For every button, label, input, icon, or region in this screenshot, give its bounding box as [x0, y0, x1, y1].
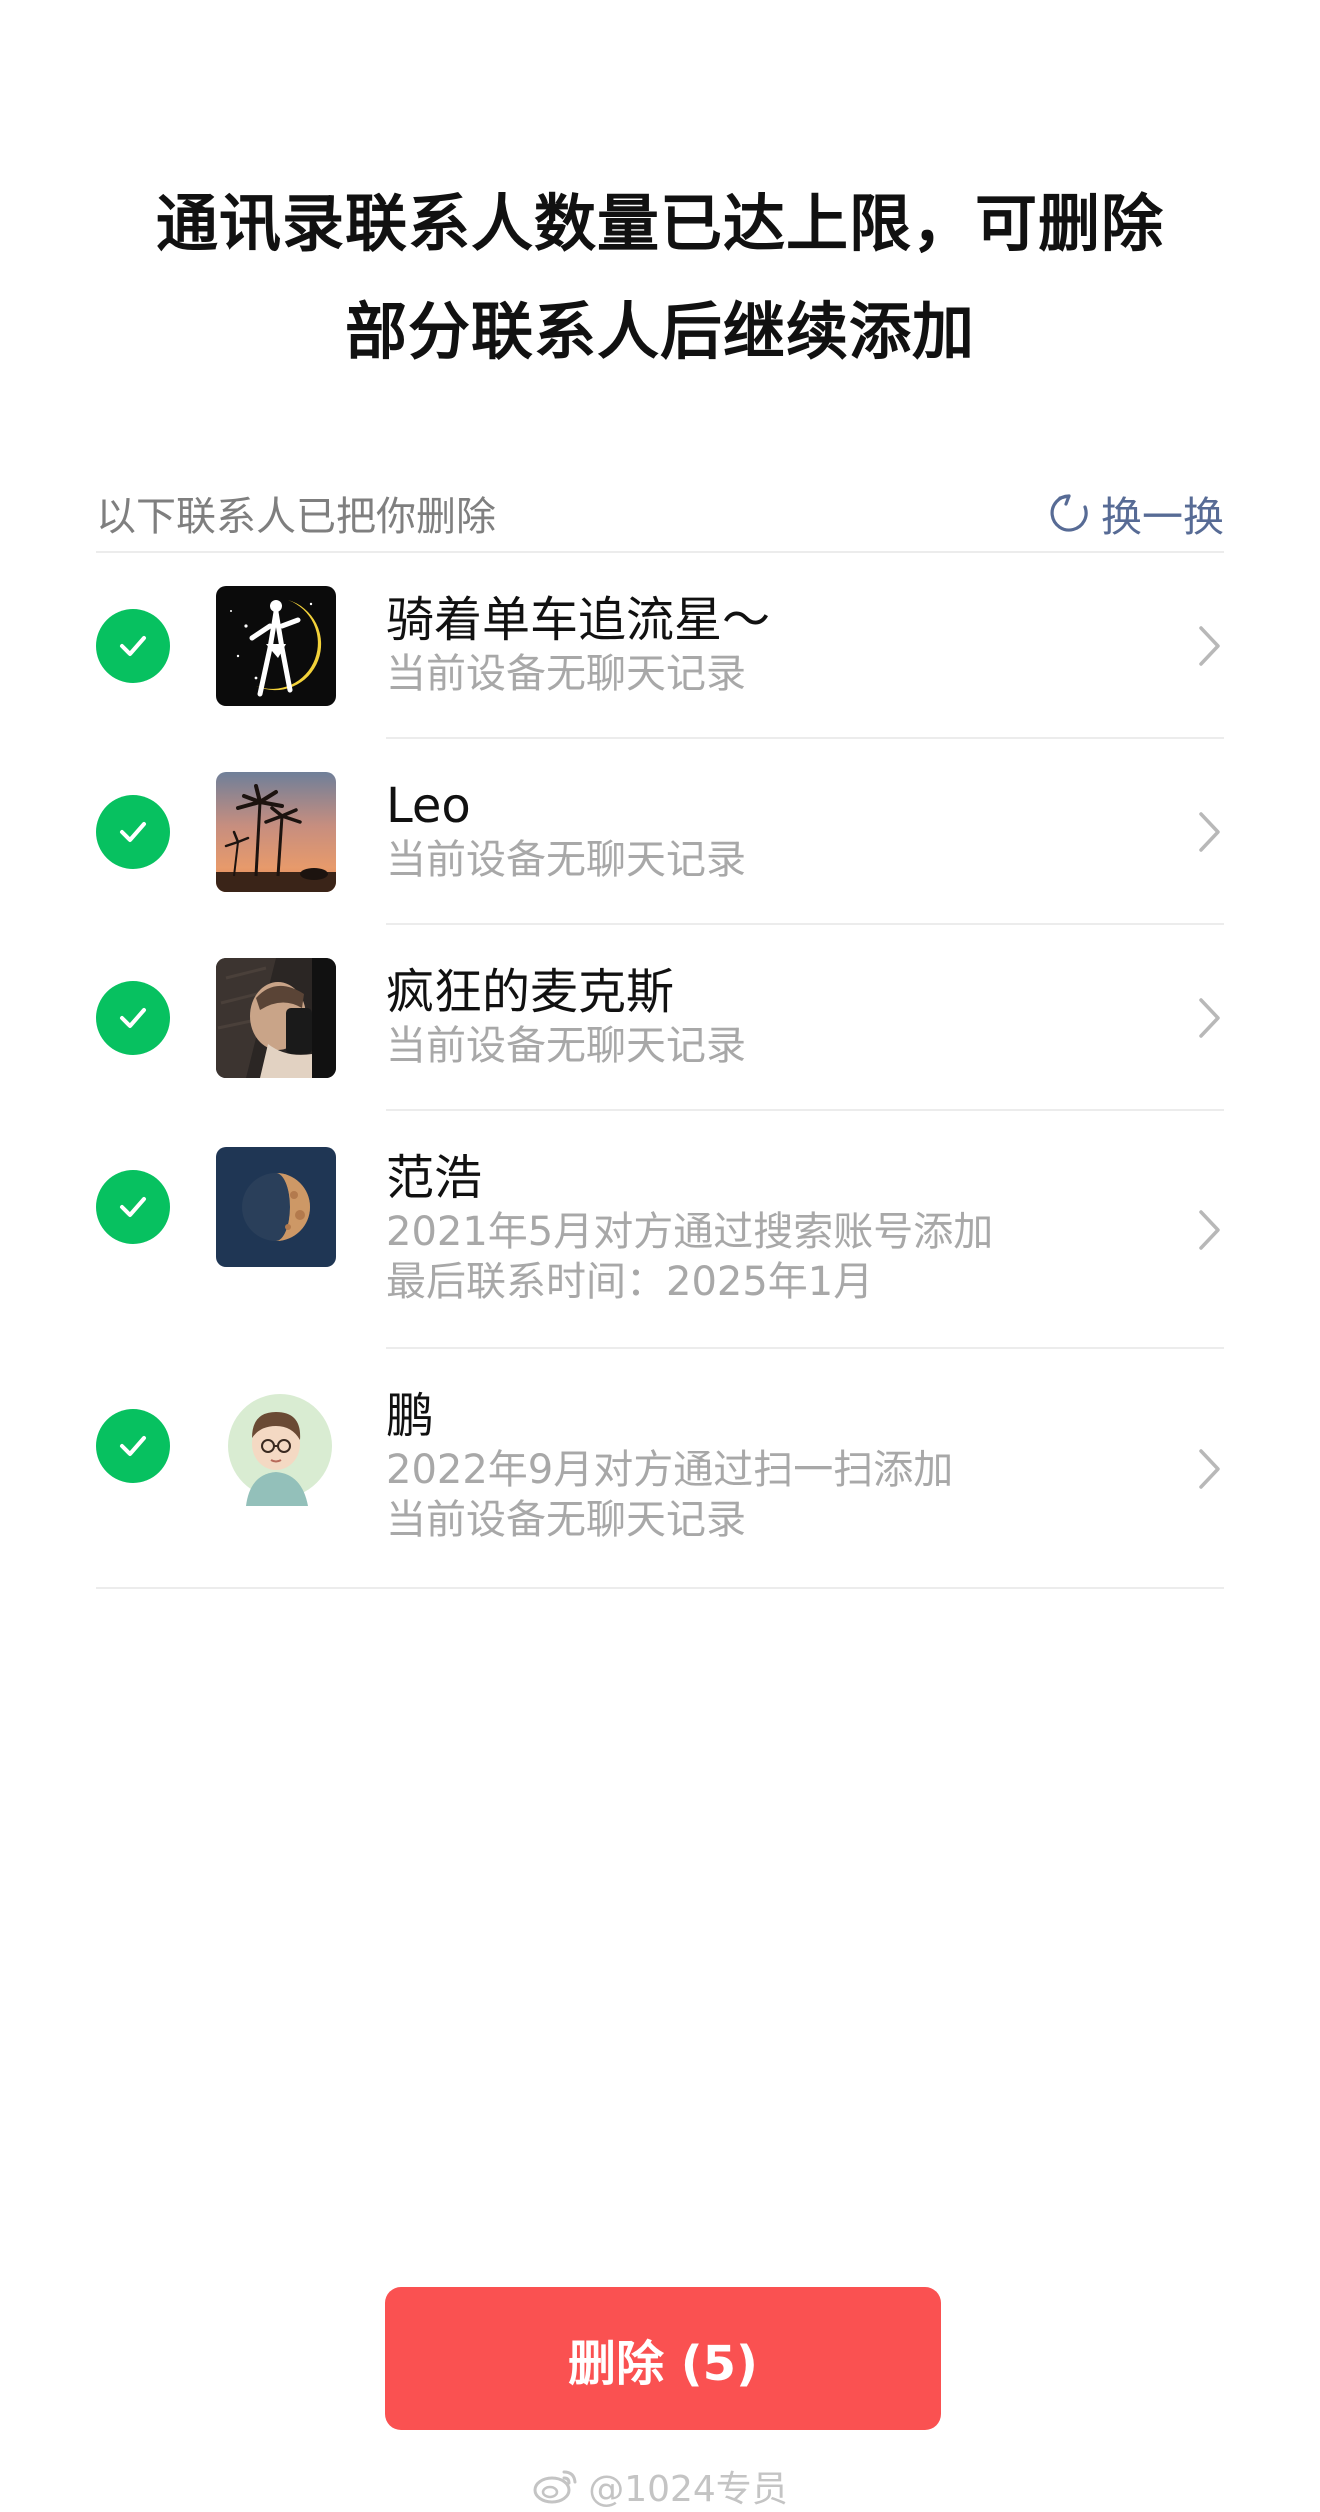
delete-button[interactable]: 删除 (5) — [385, 2287, 941, 2430]
chevron-right-icon — [1199, 1449, 1220, 1489]
checkmark-icon[interactable] — [96, 609, 170, 683]
row-divider — [96, 1587, 1224, 1589]
avatar — [216, 1147, 336, 1267]
contact-info: 鹏 2022年9月对方通过扫一扫添加 当前设备无聊天记录 — [386, 1387, 1160, 1545]
contact-list: 骑着单车追流星～ 当前设备无聊天记录 Leo 当前设备无聊天记录 疯狂的麦克斯 … — [0, 553, 1320, 1589]
contact-row[interactable]: 鹏 2022年9月对方通过扫一扫添加 当前设备无聊天记录 — [0, 1349, 1320, 1589]
avatar — [216, 586, 336, 706]
contact-info: 骑着单车追流星～ 当前设备无聊天记录 — [386, 591, 1160, 699]
avatar — [216, 772, 336, 892]
contact-detail: 最后联系时间：2025年1月 — [386, 1259, 874, 1305]
page-title: 通讯录联系人数量已达上限，可删除 部分联系人后继续添加 — [0, 170, 1320, 386]
avatar — [216, 1386, 336, 1506]
chevron-right-icon — [1199, 1210, 1220, 1250]
contact-name: Leo — [386, 778, 471, 834]
contact-detail: 当前设备无聊天记录 — [386, 1497, 746, 1543]
refresh-icon — [1047, 491, 1091, 535]
section-label: 以下联系人已把你删除 — [96, 494, 496, 540]
contact-detail: 当前设备无聊天记录 — [386, 651, 746, 697]
contact-row[interactable]: 骑着单车追流星～ 当前设备无聊天记录 — [0, 553, 1320, 739]
checkmark-icon[interactable] — [96, 1409, 170, 1483]
section-header: 以下联系人已把你删除 换一换 — [96, 478, 1224, 548]
contact-detail: 2021年5月对方通过搜索账号添加 — [386, 1209, 994, 1255]
weibo-icon — [533, 2470, 577, 2504]
checkmark-icon[interactable] — [96, 1170, 170, 1244]
contact-name: 骑着单车追流星～ — [386, 592, 771, 648]
contact-name: 鹏 — [386, 1388, 435, 1444]
chevron-right-icon — [1199, 812, 1220, 852]
checkmark-icon[interactable] — [96, 981, 170, 1055]
chevron-right-icon — [1199, 626, 1220, 666]
refresh-button[interactable]: 换一换 — [1047, 483, 1224, 543]
contact-row[interactable]: 疯狂的麦克斯 当前设备无聊天记录 — [0, 925, 1320, 1111]
contact-info: 范浩 2021年5月对方通过搜索账号添加 最后联系时间：2025年1月 — [386, 1149, 1160, 1307]
refresh-label: 换一换 — [1101, 493, 1224, 541]
watermark: @1024专员 — [0, 2460, 1320, 2512]
contact-info: Leo 当前设备无聊天记录 — [386, 777, 1160, 885]
page-title-line-2: 部分联系人后继续添加 — [344, 295, 975, 368]
contact-info: 疯狂的麦克斯 当前设备无聊天记录 — [386, 963, 1160, 1071]
watermark-text: @1024专员 — [588, 2469, 788, 2510]
contact-detail: 当前设备无聊天记录 — [386, 837, 746, 883]
contact-detail: 当前设备无聊天记录 — [386, 1023, 746, 1069]
chevron-right-icon — [1199, 998, 1220, 1038]
contact-row[interactable]: Leo 当前设备无聊天记录 — [0, 739, 1320, 925]
page-title-line-1: 通讯录联系人数量已达上限，可删除 — [155, 187, 1164, 260]
contact-name: 范浩 — [386, 1150, 483, 1206]
contact-name: 疯狂的麦克斯 — [386, 964, 675, 1020]
avatar — [216, 958, 336, 1078]
checkmark-icon[interactable] — [96, 795, 170, 869]
contact-row[interactable]: 范浩 2021年5月对方通过搜索账号添加 最后联系时间：2025年1月 — [0, 1111, 1320, 1349]
contact-detail: 2022年9月对方通过扫一扫添加 — [386, 1447, 954, 1493]
